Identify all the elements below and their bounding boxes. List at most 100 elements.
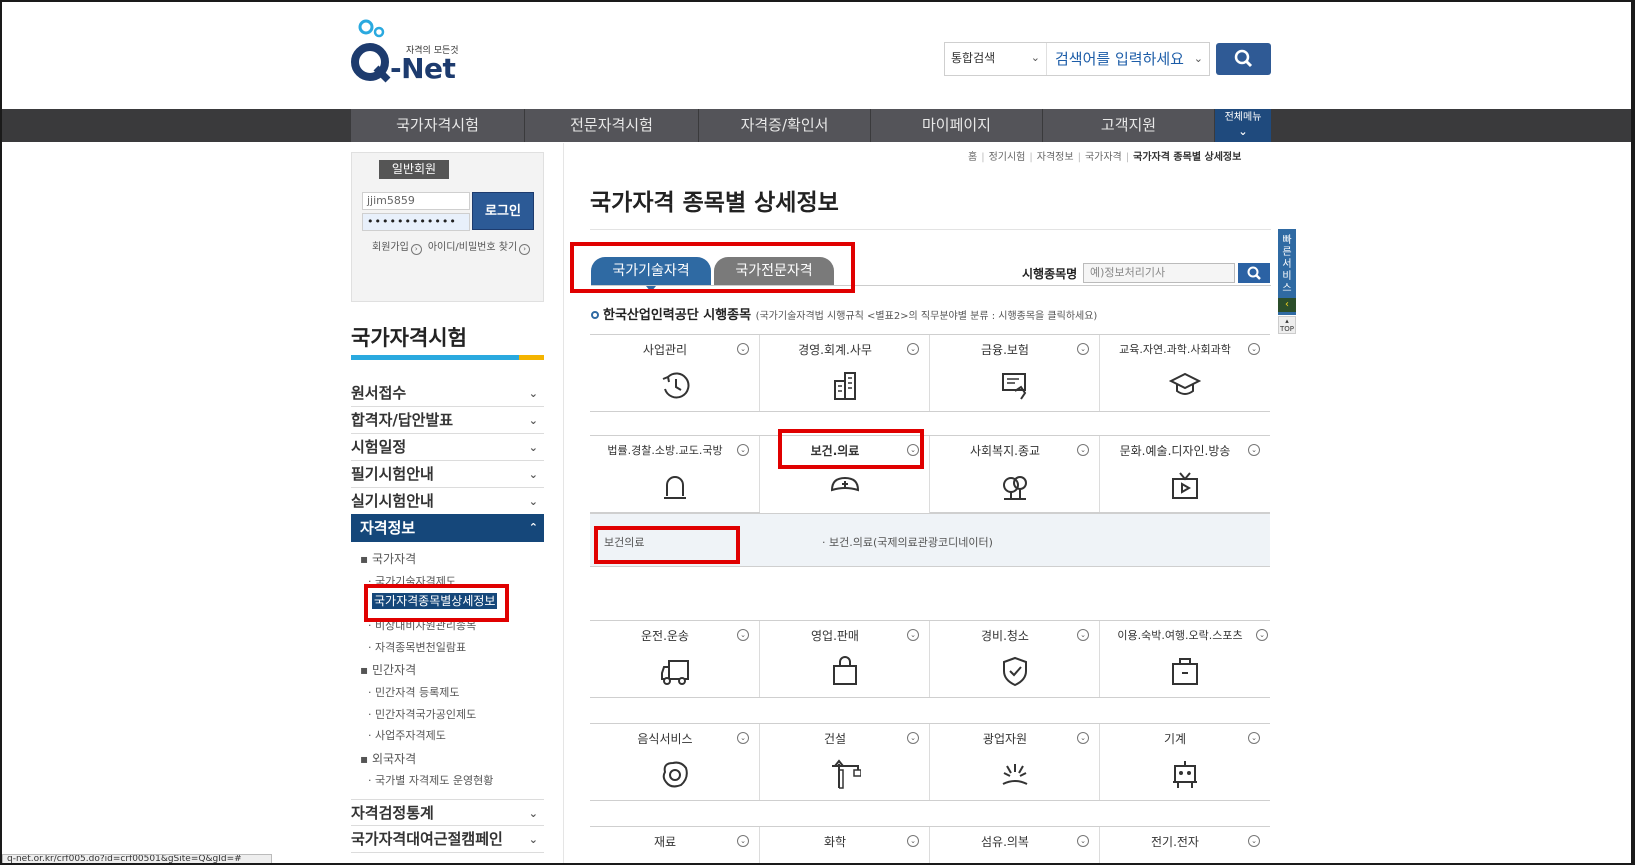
sub-foreign-systems[interactable]: · 국가별 자격제도 운영현황 bbox=[368, 772, 493, 788]
robot-icon bbox=[1173, 761, 1197, 788]
chevron-down-icon: ⌄ bbox=[907, 835, 919, 847]
category-sales[interactable]: 영업.판매 ⌄ bbox=[760, 621, 930, 697]
category-detail-panel: 보건의료 · 보건.의료(국제의료관광코디네이터) bbox=[590, 513, 1270, 567]
category-machinery[interactable]: 기계 ⌄ bbox=[1100, 724, 1270, 800]
nav-certificate[interactable]: 자격증/확인서 bbox=[699, 109, 871, 142]
nav-national-exam[interactable]: 국가자격시험 bbox=[351, 109, 525, 142]
section-heading: 한국산업인력공단 시행종목 (국가기술자격법 시행규칙 <별표2>의 직무분야별… bbox=[591, 304, 1097, 323]
login-button[interactable]: 로그인 bbox=[472, 192, 534, 230]
sub-employer-qualification[interactable]: · 사업주자격제도 bbox=[368, 727, 446, 743]
search-scope-select[interactable]: 통합검색 ⌄ bbox=[945, 43, 1047, 75]
fried-egg-icon bbox=[662, 761, 688, 788]
chevron-down-icon: ⌄ bbox=[737, 835, 749, 847]
category-textile-clothing[interactable]: 섬유.의복 ⌄ bbox=[930, 827, 1100, 865]
detail-group-label: 보건의료 bbox=[604, 536, 645, 549]
status-bar-url: q-net.or.kr/crf005.do?id=crf00501&gSite=… bbox=[2, 854, 272, 865]
chevron-down-icon: ⌄ bbox=[907, 343, 919, 355]
clock-arrow-icon bbox=[662, 372, 690, 399]
sub-private-accreditation[interactable]: · 민간자격국가공인제도 bbox=[368, 706, 476, 722]
breadcrumb-national[interactable]: 국가자격 bbox=[1085, 152, 1122, 163]
category-lodging-travel-sports[interactable]: 이용.숙박.여행.오락.스포츠 ⌄ bbox=[1100, 621, 1270, 697]
sub-technical-system[interactable]: · 국가기술자격제도 bbox=[368, 573, 456, 589]
category-row: 법률.경찰.소방.교도.국방 ⌄ 보건.의료 ⌄ 사회복지.종교 ⌄ 문화.예술.디자… bbox=[590, 435, 1270, 514]
sidebar-item-schedule[interactable]: 시험일정 ⌄ bbox=[351, 434, 544, 461]
breadcrumb-home[interactable]: 홈 bbox=[968, 152, 977, 163]
sub-national-qualification[interactable]: ▪ 국가자격 bbox=[360, 550, 416, 567]
category-accounting-office[interactable]: 경영.회계.사무 ⌄ bbox=[760, 335, 930, 411]
search-icon bbox=[1234, 49, 1253, 68]
category-mining-resources[interactable]: 광업자원 ⌄ bbox=[930, 724, 1100, 800]
section-note: (국가기술자격법 시행규칙 <별표2>의 직무분야별 분류 : 시행종목을 클릭… bbox=[755, 311, 1098, 322]
chevron-down-icon: ⌄ bbox=[907, 629, 919, 641]
nav-professional-exam[interactable]: 전문자격시험 bbox=[525, 109, 699, 142]
category-construction[interactable]: 건설 ⌄ bbox=[760, 724, 930, 800]
category-business-management[interactable]: 사업관리 ⌄ bbox=[590, 335, 760, 411]
sub-foreign-qualification[interactable]: ▪ 외국자격 bbox=[360, 750, 416, 767]
sidebar-item-results[interactable]: 합격자/답안발표 ⌄ bbox=[351, 407, 544, 434]
shield-check-icon bbox=[1003, 656, 1027, 687]
category-materials[interactable]: 재료 ⌄ bbox=[590, 827, 760, 865]
chevron-down-icon: ⌄ bbox=[1077, 629, 1089, 641]
tab-national-professional[interactable]: 국가전문자격 bbox=[714, 257, 834, 285]
signup-link[interactable]: 회원가입 bbox=[372, 242, 409, 253]
category-health-medical[interactable]: 보건.의료 ⌄ bbox=[760, 436, 930, 514]
breadcrumb: 홈 | 정기시험 | 자격정보 | 국가자격 | 국가자격 종목별 상세정보 bbox=[968, 152, 1242, 163]
scroll-top-button[interactable]: ▴ TOP bbox=[1278, 316, 1296, 334]
chevron-down-icon: ⌄ bbox=[1238, 125, 1248, 138]
arrow-right-icon: › bbox=[519, 244, 531, 255]
tree-icon bbox=[1003, 476, 1027, 500]
chevron-down-icon: ⌄ bbox=[528, 468, 538, 481]
sidebar-title-underline-accent bbox=[519, 355, 544, 360]
chevron-down-icon: ⌄ bbox=[1077, 732, 1089, 744]
category-row: 운전.운송 ⌄ 영업.판매 ⌄ 경비.청소 ⌄ 이용.숙박.여행.오락.스포츠 ⌄ bbox=[590, 620, 1270, 698]
category-education-science[interactable]: 교육.자연.과학.사회과학 ⌄ bbox=[1100, 335, 1270, 411]
sidebar-item-application[interactable]: 원서접수 ⌄ bbox=[351, 380, 544, 407]
search-input[interactable]: 검색어를 입력하세요 ⌄ bbox=[1049, 43, 1209, 75]
siren-icon bbox=[664, 476, 686, 499]
member-tab[interactable]: 일반회원 bbox=[379, 160, 449, 179]
sub-item-history[interactable]: · 자격종목변천일람표 bbox=[368, 639, 466, 655]
category-law-police-defense[interactable]: 법률.경찰.소방.교도.국방 ⌄ bbox=[590, 436, 760, 512]
password-field[interactable]: •••••••••••• bbox=[362, 213, 470, 231]
category-food-service[interactable]: 음식서비스 ⌄ bbox=[590, 724, 760, 800]
sub-emergency-resource[interactable]: · 비상대비자원관리종목 bbox=[368, 617, 476, 633]
explosion-icon bbox=[1002, 764, 1028, 785]
chevron-down-icon: ⌄ bbox=[1248, 444, 1260, 456]
chevron-down-icon: ⌄ bbox=[1077, 444, 1089, 456]
sub-private-registration[interactable]: · 민간자격 등록제도 bbox=[368, 684, 459, 700]
arrow-right-icon: › bbox=[410, 244, 422, 255]
sub-item-detail-info[interactable]: 국가자격종목별상세정보 bbox=[372, 593, 498, 609]
sub-private-qualification[interactable]: ▪ 민간자격 bbox=[360, 661, 416, 678]
bullet-circle-icon bbox=[591, 311, 599, 319]
breadcrumb-regular-exam[interactable]: 정기시험 bbox=[989, 152, 1026, 163]
nav-mypage[interactable]: 마이페이지 bbox=[871, 109, 1043, 142]
chevron-down-icon: ⌄ bbox=[1248, 732, 1260, 744]
category-electrical-electronics[interactable]: 전기.전자 ⌄ bbox=[1100, 827, 1270, 865]
category-culture-art-design[interactable]: 문화.예술.디자인.방송 ⌄ bbox=[1100, 436, 1270, 512]
sidebar-item-statistics[interactable]: 자격검정통계 ⌄ bbox=[351, 799, 544, 826]
category-row: 음식서비스 ⌄ 건설 ⌄ 광업자원 ⌄ 기계 ⌄ bbox=[590, 723, 1270, 801]
user-id-field[interactable]: jjim5859 bbox=[362, 192, 470, 210]
item-search-button[interactable] bbox=[1238, 263, 1270, 283]
category-welfare-religion[interactable]: 사회복지.종교 ⌄ bbox=[930, 436, 1100, 512]
find-account-link[interactable]: 아이디/비밀번호 찾기 bbox=[428, 242, 517, 253]
category-driving-transport[interactable]: 운전.운송 ⌄ bbox=[590, 621, 760, 697]
nav-customer-support[interactable]: 고객지원 bbox=[1043, 109, 1215, 142]
all-menu-button[interactable]: 전체메뉴 ⌄ bbox=[1215, 109, 1271, 142]
sidebar-item-qualification-info[interactable]: 자격정보 ⌃ bbox=[351, 514, 544, 542]
chevron-left-icon[interactable]: ‹ bbox=[1278, 298, 1296, 312]
category-security-cleaning[interactable]: 경비.청소 ⌄ bbox=[930, 621, 1100, 697]
tab-national-technical[interactable]: 국가기술자격 bbox=[591, 257, 711, 285]
item-search-input[interactable]: 예)정보처리기사 bbox=[1083, 263, 1235, 283]
breadcrumb-qualification-info[interactable]: 자격정보 bbox=[1037, 152, 1074, 163]
search-button[interactable] bbox=[1216, 43, 1271, 75]
category-finance-insurance[interactable]: 금융.보험 ⌄ bbox=[930, 335, 1100, 411]
chevron-down-icon: ⌄ bbox=[737, 444, 749, 456]
chevron-down-icon: ⌄ bbox=[528, 387, 538, 400]
detail-item-link[interactable]: · 보건.의료(국제의료관광코디네이터) bbox=[822, 534, 993, 550]
sidebar-item-campaign[interactable]: 국가자격대여근절캠페인 ⌄ bbox=[351, 826, 544, 853]
sidebar-item-written-exam[interactable]: 필기시험안내 ⌄ bbox=[351, 461, 544, 488]
qnet-logo[interactable]: 자격의 모든것 -Net bbox=[350, 18, 460, 88]
sidebar-item-practical-exam[interactable]: 실기시험안내 ⌄ bbox=[351, 488, 544, 515]
category-chemistry[interactable]: 화학 ⌄ bbox=[760, 827, 930, 865]
